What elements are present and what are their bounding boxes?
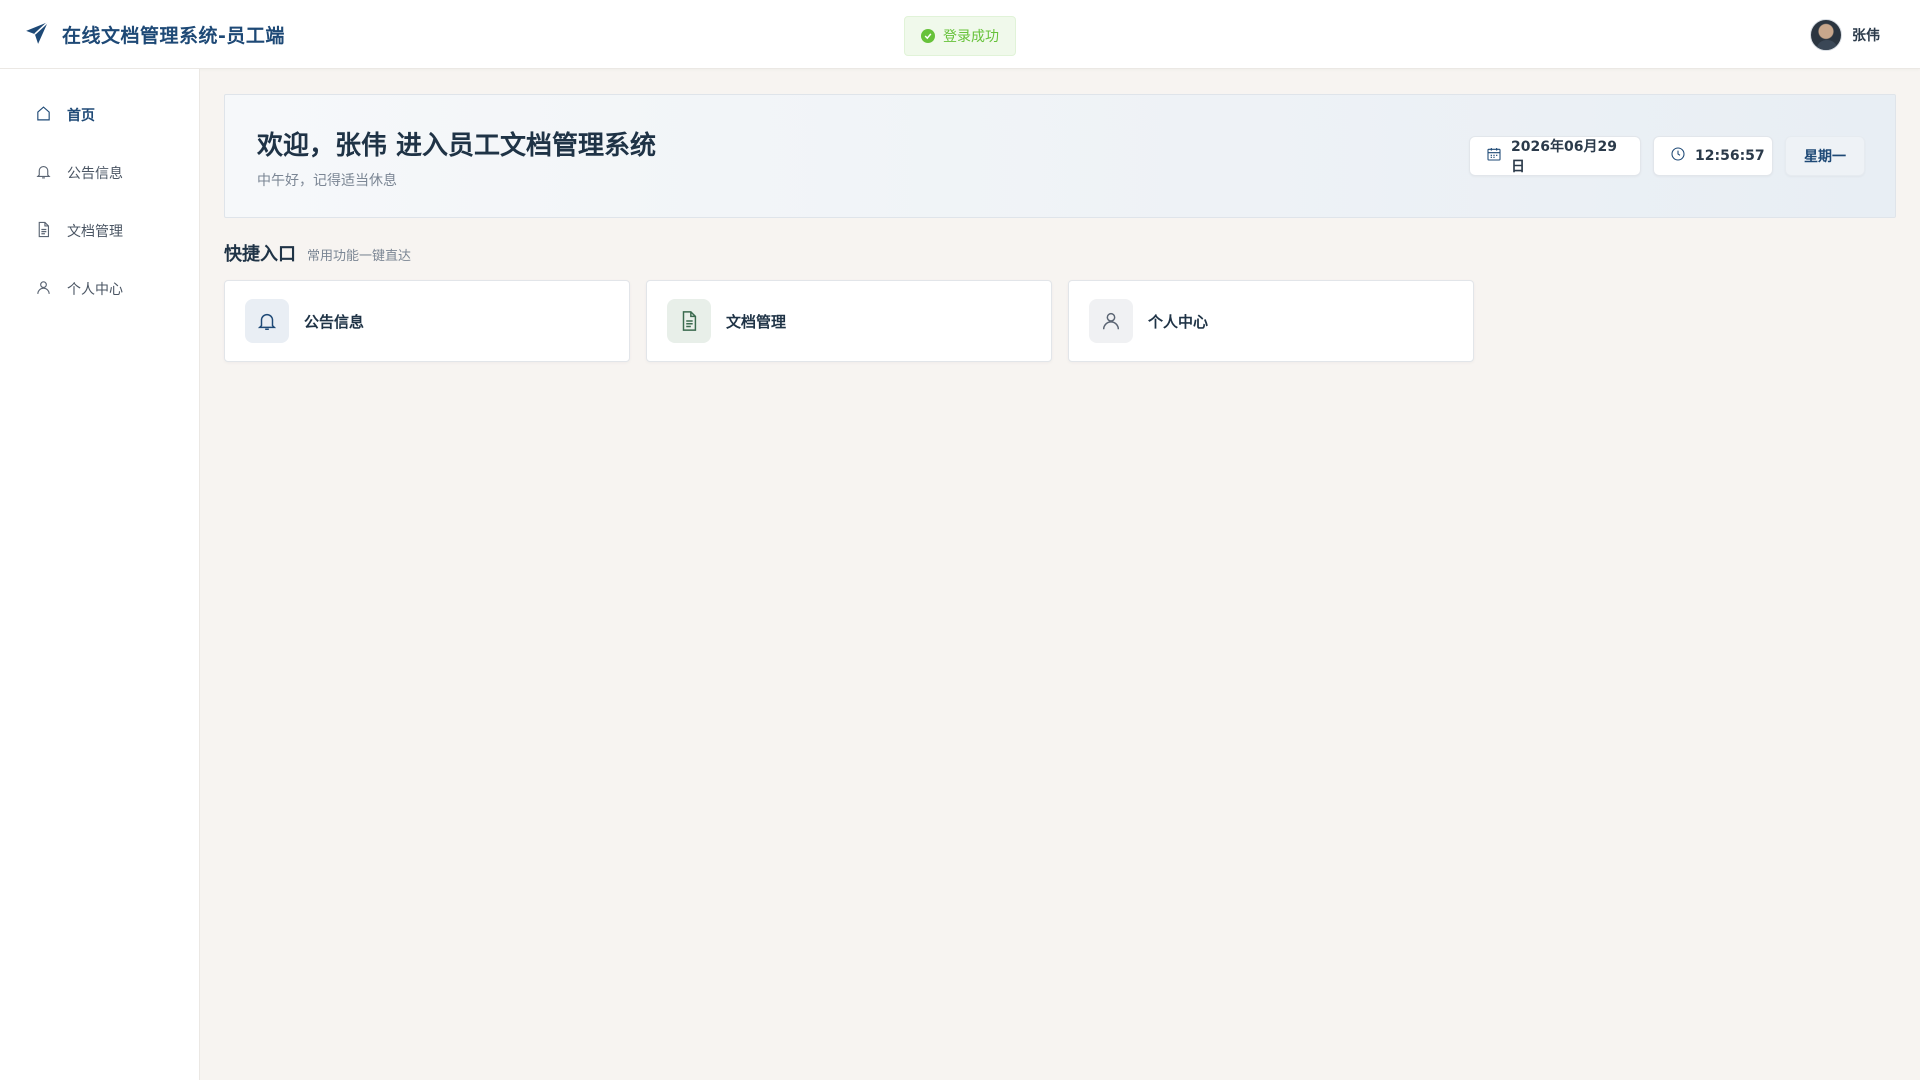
clock-icon xyxy=(1670,146,1695,166)
paper-plane-icon xyxy=(24,20,50,50)
welcome-title: 欢迎，张伟 进入员工文档管理系统 xyxy=(257,131,657,161)
quick-card-label: 个人中心 xyxy=(1148,312,1209,331)
user-icon xyxy=(1089,299,1133,343)
check-circle-icon xyxy=(921,29,935,43)
top-header: 在线文档管理系统-员工端 登录成功 张伟 xyxy=(0,0,1920,69)
home-icon xyxy=(35,105,52,126)
user-name[interactable]: 张伟 xyxy=(1852,25,1880,45)
quick-access-title: 快捷入口 xyxy=(224,244,296,265)
calendar-icon xyxy=(1486,146,1511,166)
quick-access-subtitle: 常用功能一键直达 xyxy=(307,249,412,264)
document-icon xyxy=(667,299,711,343)
sidebar-item-home[interactable]: 首页 xyxy=(0,86,199,144)
toast-message: 登录成功 xyxy=(943,29,999,45)
weekday-text: 星期一 xyxy=(1804,149,1846,165)
brand[interactable]: 在线文档管理系统-员工端 xyxy=(24,0,285,69)
avatar[interactable] xyxy=(1810,18,1842,51)
time-text: 12:56:57 xyxy=(1695,148,1765,164)
user-menu[interactable]: 张伟 xyxy=(1810,0,1880,69)
sidebar-item-profile[interactable]: 个人中心 xyxy=(0,260,199,318)
bell-icon xyxy=(245,299,289,343)
quick-card-announcements[interactable]: 公告信息 xyxy=(224,280,630,362)
login-success-toast: 登录成功 xyxy=(904,16,1016,56)
user-icon xyxy=(35,279,52,300)
date-text: 2026年06月29日 xyxy=(1511,139,1617,175)
quick-card-profile[interactable]: 个人中心 xyxy=(1068,280,1474,362)
quick-card-label: 文档管理 xyxy=(726,312,787,331)
welcome-subtitle: 中午好，记得适当休息 xyxy=(257,173,397,189)
sidebar-item-label: 公告信息 xyxy=(67,166,123,182)
quick-card-label: 公告信息 xyxy=(304,312,365,331)
welcome-banner: 欢迎，张伟 进入员工文档管理系统 中午好，记得适当休息 2026年06月29日 … xyxy=(224,94,1896,218)
sidebar-item-label: 个人中心 xyxy=(67,282,123,298)
sidebar-item-documents[interactable]: 文档管理 xyxy=(0,202,199,260)
app-title: 在线文档管理系统-员工端 xyxy=(62,25,285,47)
sidebar: 首页 公告信息 文档管理 个人中心 xyxy=(0,69,200,1080)
document-icon xyxy=(35,221,52,242)
sidebar-item-label: 文档管理 xyxy=(67,224,123,240)
weekday-badge: 星期一 xyxy=(1785,136,1865,176)
sidebar-item-announcements[interactable]: 公告信息 xyxy=(0,144,199,202)
sidebar-item-label: 首页 xyxy=(67,108,95,124)
bell-icon xyxy=(35,163,52,184)
time-badge: 12:56:57 xyxy=(1653,136,1773,176)
date-badge: 2026年06月29日 xyxy=(1469,136,1641,176)
quick-card-documents[interactable]: 文档管理 xyxy=(646,280,1052,362)
